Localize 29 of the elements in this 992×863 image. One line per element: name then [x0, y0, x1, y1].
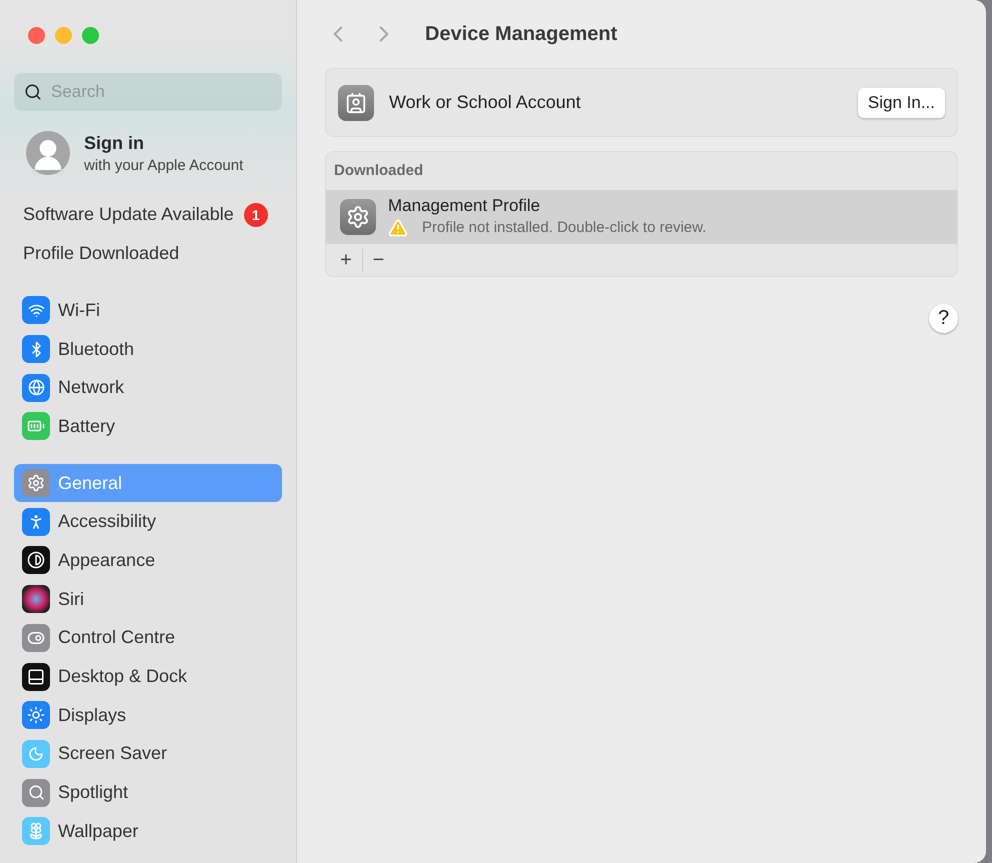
add-button[interactable]: + — [330, 248, 362, 272]
sign-in-title[interactable]: Sign in — [84, 132, 244, 154]
profile-status: Profile not installed. Double-click to review. — [422, 219, 706, 236]
sidebar-item[interactable]: Control Centre — [14, 618, 282, 658]
search-field[interactable]: Search — [14, 73, 282, 111]
sidebar-item[interactable]: Desktop & Dock — [14, 657, 282, 696]
account-label: Work or School Account — [389, 92, 582, 113]
remove-button[interactable]: − — [362, 248, 394, 272]
sidebar-item[interactable]: Bluetooth — [14, 330, 282, 368]
page-title: Device Management — [425, 22, 618, 46]
sign-in-button[interactable]: Sign In... — [858, 88, 945, 118]
sidebar-item[interactable]: Wallpaper — [14, 812, 282, 851]
sidebar-item[interactable]: Spotlight — [14, 773, 282, 812]
update-badge: 1 — [244, 202, 268, 226]
sidebar-item[interactable]: Battery — [14, 407, 282, 446]
sidebar-item[interactable]: Displays — [14, 696, 282, 735]
profile-row[interactable]: Management Profile Profile not installed. Double-click to review. — [326, 190, 957, 243]
profile-name: Management Profile — [388, 196, 542, 216]
sidebar-item[interactable]: Siri — [14, 580, 282, 618]
help-button[interactable]: ? — [929, 304, 958, 333]
sidebar-item[interactable]: Accessibility — [14, 502, 282, 542]
sidebar-item[interactable]: Appearance — [14, 541, 282, 580]
sidebar-item[interactable]: Network — [14, 368, 282, 408]
section-header: Downloaded — [333, 161, 424, 181]
notice-link[interactable]: Software Update Available — [23, 204, 234, 225]
sidebar-item[interactable]: Wi-Fi — [14, 291, 282, 330]
notice-link[interactable]: Profile Downloaded — [23, 243, 180, 264]
sidebar-item[interactable]: Screen Saver — [14, 734, 282, 774]
sign-in-subtitle: with your Apple Account — [84, 156, 244, 174]
